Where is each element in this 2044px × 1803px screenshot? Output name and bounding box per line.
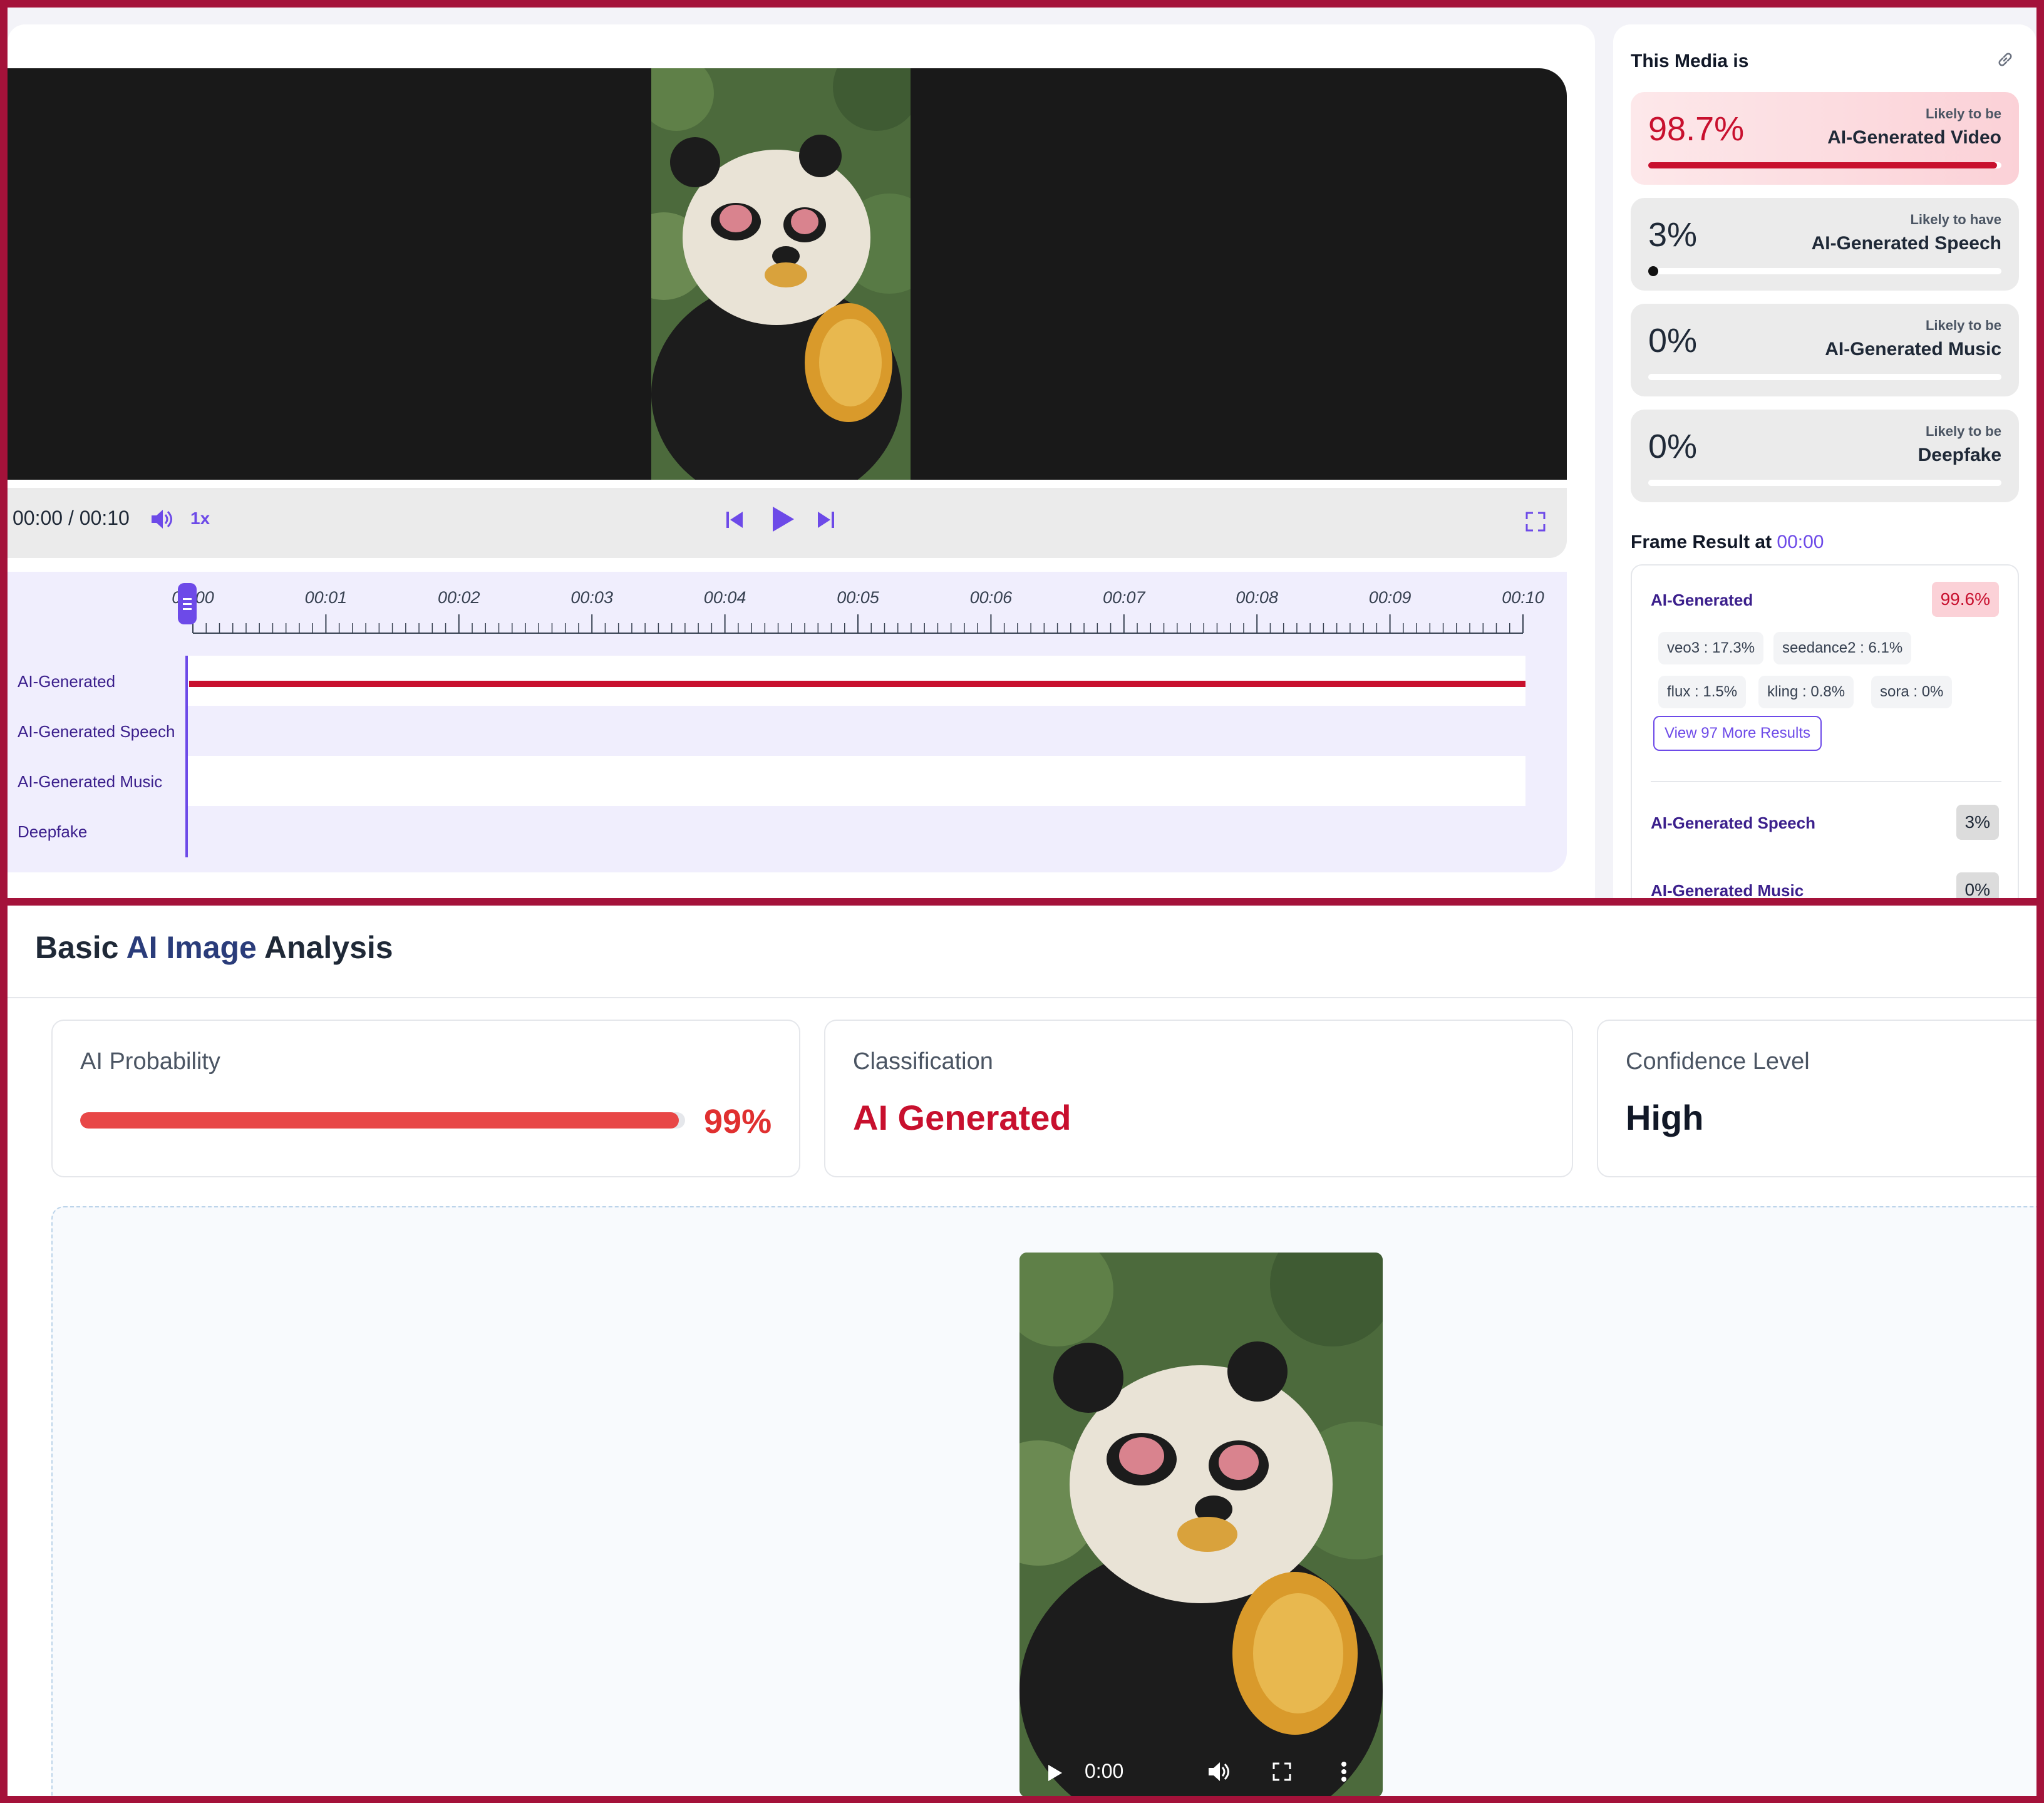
frame-music-label: AI-Generated Music [1651, 881, 1804, 898]
player-controls: 00:00 / 00:10 1x [8, 488, 1567, 558]
ai-probability-card: AI Probability 99% [51, 1020, 800, 1177]
model-chip-sora: sora : 0% [1871, 676, 1953, 708]
result-progress-marker [1648, 266, 1658, 276]
frame-ai-generated-label: AI-Generated [1651, 591, 1753, 609]
summary-heading: This Media is [1631, 51, 1749, 71]
classification-card: Classification AI Generated [824, 1020, 1573, 1177]
fullscreen-icon[interactable] [1272, 1762, 1291, 1784]
result-progress [1648, 480, 2001, 486]
track-label-ai-generated: AI-Generated [18, 672, 116, 691]
ruler-tick-label: 00:05 [837, 588, 879, 607]
ruler-tick-label: 00:02 [438, 588, 480, 607]
panel-separator [0, 898, 2044, 906]
link-icon[interactable] [1996, 51, 2014, 71]
page-title: Basic AI Image Analysis [35, 930, 393, 965]
frame-result-label: Frame Result at [1631, 532, 1772, 552]
summary-panel: This Media is 98.7% Likely to be AI-Gene… [1613, 24, 2036, 898]
ruler-tick-label: 00:07 [1103, 588, 1145, 607]
preview-video-controls: 0:00 [1019, 1728, 1383, 1796]
result-progress [1648, 374, 2001, 380]
frame-result-box: AI-Generated 99.6% veo3 : 17.3% seedance… [1631, 564, 2019, 898]
analysis-timeline[interactable]: 00:0000:0100:0200:0300:0400:0500:0600:07… [8, 572, 1567, 872]
result-qualifier: Likely to be [1925, 423, 2001, 439]
model-chip-flux: flux : 1.5% [1658, 676, 1747, 708]
preview-video[interactable]: 0:00 [1019, 1253, 1383, 1796]
frame-result-heading: Frame Result at 00:00 [1631, 532, 1824, 553]
frame-result-time: 00:00 [1777, 532, 1824, 552]
model-chip-veo3: veo3 : 17.3% [1658, 632, 1764, 664]
track-label-ai-speech: AI-Generated Speech [18, 722, 175, 741]
result-progress [1648, 266, 2001, 276]
preview-time: 0:00 [1085, 1760, 1124, 1782]
next-icon[interactable] [817, 510, 835, 532]
result-progress-fill [1648, 162, 1997, 168]
video-player[interactable] [8, 68, 1567, 480]
track-ai-music [188, 756, 1525, 806]
play-icon[interactable] [770, 505, 795, 536]
probability-bar [80, 1112, 685, 1129]
metric-label: Confidence Level [1626, 1048, 1810, 1075]
confidence-card: Confidence Level High [1597, 1020, 2036, 1177]
player-card: 00:00 / 00:10 1x 00:0000:0100:0200:0300:… [8, 24, 1595, 898]
model-chip-kling: kling : 0.8% [1758, 676, 1854, 708]
ruler-tick-label: 00:03 [570, 588, 613, 607]
result-card-deepfake: 0% Likely to be Deepfake [1631, 410, 2019, 502]
track-deepfake [188, 806, 1525, 856]
track-label-deepfake: Deepfake [18, 822, 88, 841]
result-qualifier: Likely to be [1925, 106, 2001, 121]
confidence-value: High [1626, 1098, 1704, 1137]
playhead-handle[interactable] [178, 583, 197, 624]
result-label: AI-Generated Music [1825, 339, 2001, 359]
previous-icon[interactable] [725, 510, 744, 532]
result-qualifier: Likely to have [1910, 212, 2001, 227]
result-label: Deepfake [1918, 445, 2001, 465]
video-frame-panda [651, 68, 911, 480]
classification-value: AI Generated [853, 1098, 1071, 1137]
divider [1651, 781, 2001, 782]
frame-music-badge: 0% [1956, 872, 1999, 898]
detection-dashboard: 00:00 / 00:10 1x 00:00 00:01 00:02 00:03 00:… [8, 8, 2036, 898]
metric-label: Classification [853, 1048, 993, 1075]
frame-speech-label: AI-Generated Speech [1651, 814, 1815, 832]
ruler-tick-label: 00:09 [1368, 588, 1412, 607]
result-label: AI-Generated Video [1827, 127, 2001, 148]
ruler-tick-label: 00:04 [703, 588, 746, 607]
result-qualifier: Likely to be [1925, 318, 2001, 333]
track-label-ai-music: AI-Generated Music [18, 772, 163, 791]
metric-label: AI Probability [80, 1048, 220, 1075]
frame-ai-generated-badge: 99.6% [1931, 582, 1999, 617]
playhead-line [185, 656, 188, 857]
timeline-ruler: 00:0000:0100:0200:0300:0400:0500:0600:07… [172, 578, 1544, 634]
view-more-results-button[interactable]: View 97 More Results [1653, 716, 1822, 751]
probability-value: 99% [704, 1103, 772, 1140]
image-analysis-page: Basic AI Image Analysis AI Probability 9… [8, 906, 2036, 1796]
ruler-tick-label: 00:08 [1236, 588, 1278, 607]
result-label: AI-Generated Speech [1811, 233, 2001, 254]
time-display: 00:00 / 00:10 [13, 507, 130, 529]
track-ai-speech [188, 706, 1525, 756]
probability-bar-fill [80, 1112, 679, 1129]
fullscreen-icon[interactable] [1525, 512, 1546, 535]
ruler-tick-label: 00:01 [304, 588, 348, 607]
ruler-tick-label: 00:10 [1502, 588, 1544, 607]
frame-speech-badge: 3% [1956, 805, 1999, 840]
play-icon[interactable] [1047, 1764, 1063, 1785]
result-percent: 0% [1648, 428, 1698, 465]
volume-icon[interactable] [1207, 1761, 1231, 1785]
result-progress [1648, 162, 2001, 168]
result-card-speech: 3% Likely to have AI-Generated Speech [1631, 198, 2019, 291]
ai-generated-segment [189, 681, 1525, 687]
result-percent: 0% [1648, 322, 1698, 359]
model-chip-seedance2: seedance2 : 6.1% [1773, 632, 1912, 664]
ruler-tick-label: 00:06 [969, 588, 1013, 607]
result-percent: 98.7% [1648, 110, 1745, 148]
more-options-icon[interactable] [1340, 1761, 1348, 1785]
playback-speed-button[interactable]: 1x [190, 509, 210, 529]
divider [8, 997, 2036, 998]
result-percent: 3% [1648, 216, 1698, 254]
volume-icon[interactable] [150, 508, 174, 534]
result-card-video: 98.7% Likely to be AI-Generated Video [1631, 92, 2019, 185]
result-card-music: 0% Likely to be AI-Generated Music [1631, 304, 2019, 396]
